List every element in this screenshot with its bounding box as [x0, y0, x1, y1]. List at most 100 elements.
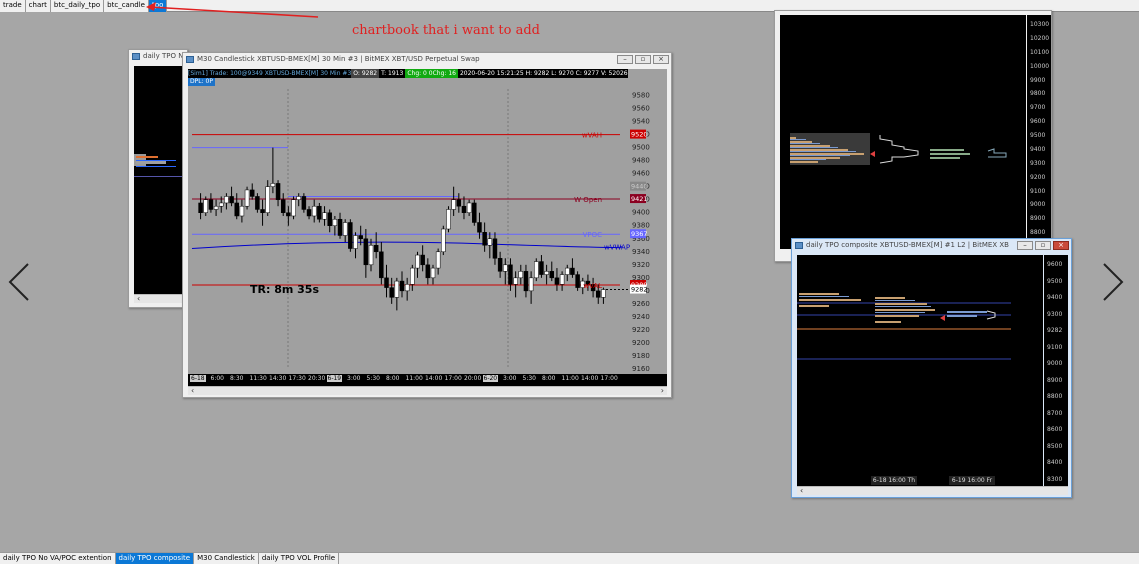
price-tick-label: 8900: [1047, 376, 1063, 384]
header-cell: O: 9282: [351, 69, 380, 78]
candle-body: [420, 254, 425, 266]
time-tick-label: 14:00: [581, 375, 599, 382]
candle-body: [559, 274, 565, 285]
candle-body: [430, 267, 436, 279]
vpoc-value: 9367: [631, 230, 648, 238]
bottom-tab[interactable]: daily TPO composite: [115, 553, 195, 564]
time-tick-label: 6-20: [482, 375, 499, 382]
time-tick-label: 17:00: [600, 375, 618, 382]
window-title: daily TPO No: [143, 52, 187, 60]
candle-body: [239, 205, 245, 217]
price-tick-label: 9260: [632, 300, 650, 308]
candlestick-chart-area[interactable]: 9580956095409520950094809460944094209400…: [188, 69, 667, 386]
vpoc-label: VPOC: [583, 231, 603, 239]
previous-arrow-icon[interactable]: [6, 262, 32, 302]
next-arrow-icon[interactable]: [1100, 262, 1126, 302]
tab-chart[interactable]: chart: [25, 0, 51, 12]
price-tick-label: 9300: [1030, 159, 1046, 167]
annotation-text: chartbook that i want to add: [352, 23, 541, 38]
wval-label: wVAL: [583, 282, 602, 290]
candle-body: [492, 238, 498, 259]
price-tick-label: 8300: [1047, 475, 1063, 483]
candle-body: [446, 209, 451, 230]
wopen-value: 9421: [631, 195, 648, 203]
tab-btc-daily-tpo[interactable]: btc_daily_tpo: [50, 0, 105, 12]
chart-window-tab-bar: daily TPO No VA/POC extention daily TPO c…: [0, 552, 1139, 564]
time-tick-label: 8:30: [230, 375, 244, 382]
candle-body: [503, 264, 508, 272]
minimize-button[interactable]: –: [617, 55, 633, 64]
candle-body: [461, 205, 467, 213]
candle-body: [280, 199, 286, 213]
price-tick-label: 9460: [632, 170, 650, 178]
candle-body: [363, 238, 369, 266]
time-tick-label: 20:00: [464, 375, 482, 382]
time-tick-label: 6:00: [210, 375, 224, 382]
close-button[interactable]: ×: [653, 55, 669, 64]
annotation-arrow: [146, 2, 319, 18]
candle-body: [425, 264, 431, 279]
candle-body: [208, 199, 214, 210]
time-axis: 6-18 6:00 8:30 11:30 14:30 17:30 20:30 6-19 3:00…: [188, 374, 667, 386]
restore-button[interactable]: ▫: [1035, 241, 1051, 250]
candle-body: [353, 235, 358, 249]
candle-body: [296, 196, 301, 200]
price-tick-label: 9200: [1030, 173, 1046, 181]
price-tick-label: 9000: [1047, 360, 1063, 367]
candlestick-window[interactable]: M30 Candlestick XBTUSD-BMEX[M] 30 Min #3…: [182, 52, 672, 398]
tpo-chart-area[interactable]: [134, 66, 188, 302]
candle-body: [249, 189, 255, 197]
candle-body: [322, 212, 327, 220]
daily-tpo-window[interactable]: daily TPO No ‹: [128, 49, 188, 308]
horizontal-scrollbar[interactable]: ‹: [797, 486, 1068, 495]
time-tick-label: 3:00: [503, 375, 517, 382]
tab-trade[interactable]: trade: [0, 0, 26, 12]
time-label: 6-18 16:00 Th: [871, 476, 917, 485]
candle-body: [399, 280, 405, 292]
last-price-value: 9282: [631, 286, 648, 294]
price-tick-label: 9600: [1030, 118, 1046, 126]
price-tick-label: 10000: [1030, 62, 1050, 70]
candle-body: [435, 251, 441, 269]
candle-body: [549, 271, 555, 279]
bottom-tab[interactable]: M30 Candlestick: [194, 553, 259, 564]
horizontal-scrollbar[interactable]: ‹ ›: [188, 386, 667, 395]
time-tick-label: 5:30: [522, 375, 536, 382]
price-tick-label: 9900: [1030, 76, 1046, 84]
header-cell: T: 1913: [381, 70, 404, 77]
tpo-chart-area[interactable]: [780, 15, 1026, 249]
tpo-composite-window[interactable]: daily TPO composite XBTUSD-BMEX[M] #1 L2…: [791, 238, 1072, 498]
price-tick-label: 9400: [1047, 294, 1063, 301]
candle-body: [523, 271, 529, 292]
close-button[interactable]: ×: [1053, 241, 1069, 250]
tpo-chart-area[interactable]: 6-18 16:00 Th 6-19 16:00 Fr: [797, 255, 1043, 486]
bottom-tab[interactable]: daily TPO No VA/POC extention: [0, 553, 116, 564]
candle-body: [539, 261, 544, 275]
candle-body: [404, 284, 410, 292]
price-tick-label: 9800: [1030, 90, 1046, 98]
restore-button[interactable]: ▫: [635, 55, 651, 64]
candle-body: [342, 222, 348, 236]
candle-body: [456, 199, 462, 207]
candle-body: [534, 261, 539, 279]
candle-body: [487, 238, 493, 246]
window-title: daily TPO composite XBTUSD-BMEX[M] #1 L2…: [806, 241, 1009, 249]
horizontal-scrollbar[interactable]: ‹: [134, 294, 188, 303]
time-tick-label: 6-19: [326, 375, 343, 382]
price-tick-label: 9540: [632, 118, 650, 126]
minimize-button[interactable]: –: [1017, 241, 1033, 250]
price-tick-label: 8800: [1030, 229, 1046, 237]
candle-body: [348, 222, 353, 249]
candle-body: [441, 228, 446, 253]
tpo-profile-window[interactable]: 10300 10200 10100 10000 9900 9800 9700 9600 9500…: [774, 10, 1052, 262]
candle-body: [327, 212, 332, 226]
bottom-tab[interactable]: daily TPO VOL Profile: [258, 553, 340, 564]
time-tick-label: 11:30: [249, 375, 267, 382]
price-tick-label: 10100: [1030, 48, 1050, 56]
candle-body: [472, 202, 477, 223]
price-axis: 9600 9500 9400 9300 9282 9100 9000 8900 8800 8700…: [1044, 255, 1068, 486]
price-tick-label: 9500: [1030, 132, 1046, 140]
candle-body: [554, 277, 560, 285]
price-tick-label: 10300: [1030, 21, 1050, 28]
candle-body: [373, 245, 379, 253]
